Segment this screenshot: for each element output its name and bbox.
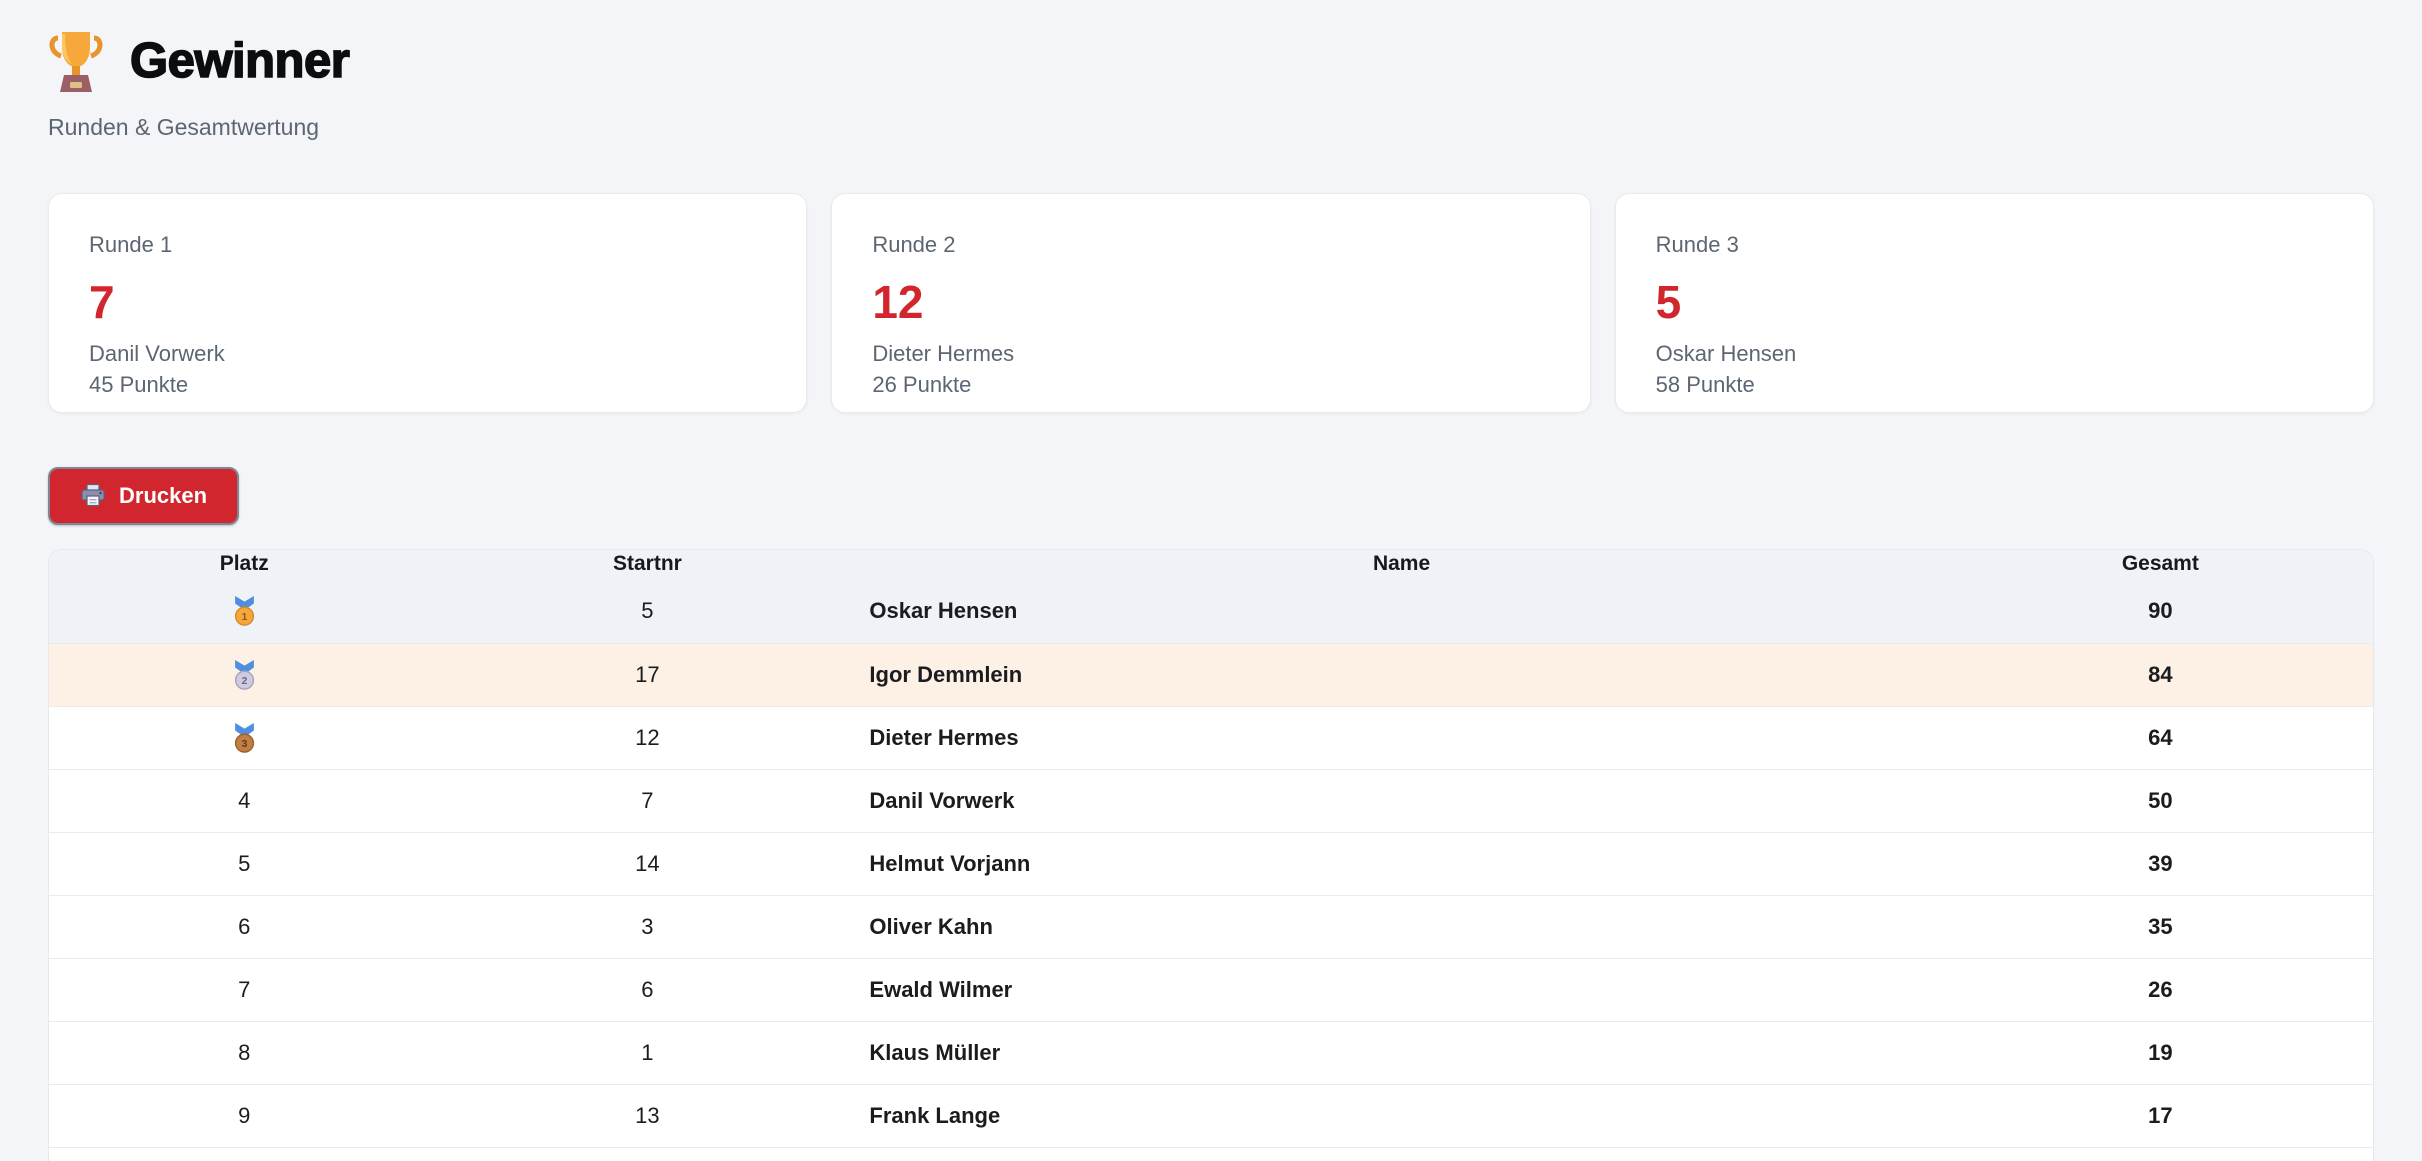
table-row: 913Frank Lange17 — [49, 1084, 2373, 1147]
cell-platz — [49, 1147, 439, 1161]
print-button[interactable]: Drucken — [48, 467, 239, 525]
table-row: 514Helmut Vorjann39 — [49, 832, 2373, 895]
cell-gesamt: 64 — [1948, 706, 2373, 769]
table-row: 1 5Oskar Hensen90 — [49, 580, 2373, 643]
cell-gesamt: 17 — [1948, 1084, 2373, 1147]
cell-gesamt — [1948, 1147, 2373, 1161]
cell-name: Frank Lange — [855, 1084, 1947, 1147]
cell-name: Igor Demmlein — [855, 643, 1947, 706]
cell-gesamt: 84 — [1948, 643, 2373, 706]
cell-name: Ewald Wilmer — [855, 958, 1947, 1021]
page-title: Gewinner — [130, 32, 349, 90]
cell-platz: 6 — [49, 895, 439, 958]
round-card-1: Runde 1 7 Danil Vorwerk 45 Punkte — [48, 193, 807, 413]
col-header-gesamt: Gesamt — [1948, 550, 2373, 580]
table-row: 3 12Dieter Hermes64 — [49, 706, 2373, 769]
svg-text:2: 2 — [241, 675, 247, 686]
table-row-partial — [49, 1147, 2373, 1161]
cell-platz: 9 — [49, 1084, 439, 1147]
cell-gesamt: 39 — [1948, 832, 2373, 895]
cell-startnr: 7 — [439, 769, 855, 832]
cell-startnr: 14 — [439, 832, 855, 895]
cell-startnr: 17 — [439, 643, 855, 706]
cell-gesamt: 35 — [1948, 895, 2373, 958]
cell-name: Helmut Vorjann — [855, 832, 1947, 895]
round-winner-startnr: 7 — [89, 279, 766, 325]
trophy-icon — [48, 28, 104, 94]
print-button-label: Drucken — [119, 483, 207, 509]
cell-platz: 2 — [49, 643, 439, 706]
table-header: Platz Startnr Name Gesamt — [49, 550, 2373, 580]
round-label: Runde 2 — [872, 232, 1549, 258]
cell-name: Dieter Hermes — [855, 706, 1947, 769]
round-winner-startnr: 12 — [872, 279, 1549, 325]
cell-startnr: 13 — [439, 1084, 855, 1147]
table-body: 15Oskar Hensen90217Igor Demmlein84312Die… — [49, 580, 2373, 1161]
cell-startnr: 3 — [439, 895, 855, 958]
cell-platz: 3 — [49, 706, 439, 769]
round-winner-name: Dieter Hermes — [872, 342, 1549, 366]
svg-text:3: 3 — [241, 738, 247, 749]
round-winner-startnr: 5 — [1656, 279, 2333, 325]
svg-text:1: 1 — [241, 612, 247, 623]
cell-gesamt: 26 — [1948, 958, 2373, 1021]
round-cards: Runde 1 7 Danil Vorwerk 45 Punkte Runde … — [48, 193, 2374, 413]
cell-name: Oliver Kahn — [855, 895, 1947, 958]
medal-gold-icon: 1 — [232, 596, 257, 626]
cell-startnr: 12 — [439, 706, 855, 769]
round-card-3: Runde 3 5 Oskar Hensen 58 Punkte — [1615, 193, 2374, 413]
cell-gesamt: 19 — [1948, 1021, 2373, 1084]
medal-silver-icon: 2 — [232, 660, 257, 690]
cell-platz: 5 — [49, 832, 439, 895]
cell-name: Danil Vorwerk — [855, 769, 1947, 832]
round-winner-points: 26 Punkte — [872, 373, 1549, 397]
cell-gesamt: 90 — [1948, 580, 2373, 643]
round-winner-points: 45 Punkte — [89, 373, 766, 397]
round-winner-name: Oskar Hensen — [1656, 342, 2333, 366]
medal-bronze-icon: 3 — [232, 723, 257, 753]
cell-name: Klaus Müller — [855, 1021, 1947, 1084]
col-header-name: Name — [855, 550, 1947, 580]
table-row: 76Ewald Wilmer26 — [49, 958, 2373, 1021]
round-card-2: Runde 2 12 Dieter Hermes 26 Punkte — [831, 193, 1590, 413]
cell-startnr: 6 — [439, 958, 855, 1021]
page-subtitle: Runden & Gesamtwertung — [48, 114, 2374, 141]
cell-name: Oskar Hensen — [855, 580, 1947, 643]
cell-name — [855, 1147, 1947, 1161]
cell-startnr: 1 — [439, 1021, 855, 1084]
round-label: Runde 3 — [1656, 232, 2333, 258]
cell-platz: 1 — [49, 580, 439, 643]
cell-startnr — [439, 1147, 855, 1161]
round-winner-points: 58 Punkte — [1656, 373, 2333, 397]
cell-platz: 4 — [49, 769, 439, 832]
table-row: 63Oliver Kahn35 — [49, 895, 2373, 958]
col-header-startnr: Startnr — [439, 550, 855, 580]
round-winner-name: Danil Vorwerk — [89, 342, 766, 366]
col-header-platz: Platz — [49, 550, 439, 580]
table-row: 81Klaus Müller19 — [49, 1021, 2373, 1084]
round-label: Runde 1 — [89, 232, 766, 258]
page: Gewinner Runden & Gesamtwertung Runde 1 … — [0, 0, 2422, 1161]
results-table: Platz Startnr Name Gesamt 15Oskar Hensen… — [48, 549, 2374, 1161]
cell-platz: 7 — [49, 958, 439, 1021]
printer-icon — [80, 483, 106, 509]
cell-gesamt: 50 — [1948, 769, 2373, 832]
table-row: 2 17Igor Demmlein84 — [49, 643, 2373, 706]
page-header: Gewinner — [48, 0, 2374, 94]
cell-startnr: 5 — [439, 580, 855, 643]
cell-platz: 8 — [49, 1021, 439, 1084]
table-row: 47Danil Vorwerk50 — [49, 769, 2373, 832]
